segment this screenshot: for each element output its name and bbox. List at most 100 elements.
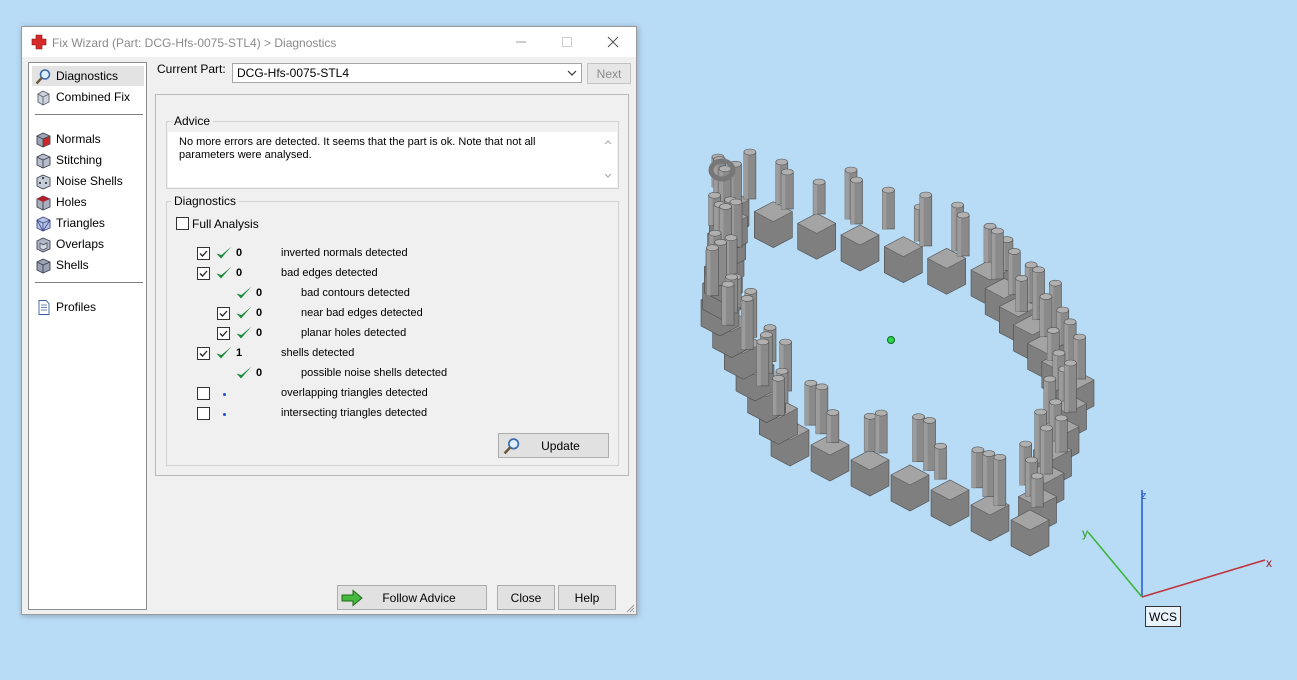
y-axis-label: y: [1082, 526, 1088, 540]
row-checkbox[interactable]: [197, 247, 210, 260]
sidebar-item-label: Diagnostics: [56, 69, 119, 83]
part-pillar-highlight: [1031, 476, 1036, 507]
part-pillar-top: [1043, 375, 1057, 383]
part-pillar-top: [1049, 279, 1062, 287]
close-button[interactable]: Close: [497, 585, 555, 610]
wcs-label: WCS: [1145, 606, 1181, 627]
part-pillar-highlight: [1034, 412, 1039, 463]
cube-stitch-icon: [36, 153, 51, 168]
part-pillar-top: [923, 417, 936, 424]
part-pillar-highlight: [845, 170, 850, 219]
row-checkbox[interactable]: [197, 267, 210, 280]
minimize-button[interactable]: [498, 27, 544, 57]
row-label: near bad edges detected: [301, 307, 423, 319]
window-title: Fix Wizard (Part: DCG-Hfs-0075-STL4) > D…: [52, 36, 337, 50]
sidebar-item-label: Combined Fix: [56, 90, 131, 104]
row-label: possible noise shells detected: [301, 367, 448, 379]
next-button[interactable]: Next: [587, 63, 631, 84]
part-pillar-highlight: [1047, 330, 1052, 361]
advice-text: No more errors are detected. It seems th…: [179, 136, 536, 161]
part-pillar-highlight: [875, 413, 880, 453]
update-button[interactable]: Update: [498, 433, 609, 458]
row-value: 0: [256, 367, 263, 379]
part-pillar-highlight: [706, 247, 711, 296]
sidebar-item-overlaps[interactable]: Overlaps: [32, 234, 144, 254]
part-pillar-top: [706, 244, 719, 252]
sidebar-item-normals[interactable]: Normals: [32, 129, 144, 149]
part-pillar-top: [708, 191, 721, 199]
part-pillar-highlight: [815, 386, 820, 434]
part-pillar-highlight: [984, 226, 989, 263]
part-pillar-top: [912, 413, 925, 421]
sidebar-item-stitching[interactable]: Stitching: [32, 150, 144, 170]
part-pillar-top: [760, 331, 773, 339]
part-pillar-top: [815, 383, 829, 391]
sidebar-item-diagnostics[interactable]: Diagnostics: [32, 66, 144, 86]
part-pillar-highlight: [934, 446, 939, 480]
part-pillar-top: [874, 409, 888, 417]
part-pillar-top: [743, 148, 757, 156]
x-axis-label: x: [1266, 556, 1272, 570]
resize-grip-icon[interactable]: [625, 603, 635, 613]
document-icon: [38, 299, 50, 315]
sidebar-item-shells[interactable]: Shells: [32, 255, 144, 275]
follow-advice-button[interactable]: Follow Advice: [337, 585, 487, 610]
maximize-button[interactable]: [544, 27, 590, 57]
green-check-icon: [236, 366, 252, 379]
cube-triangles-icon: [36, 216, 51, 231]
row-value: 0: [236, 267, 243, 279]
part-pillar-top: [1030, 472, 1044, 480]
row-checkbox[interactable]: [197, 407, 210, 420]
close-window-button[interactable]: [590, 27, 636, 57]
cube-shells-icon: [36, 258, 51, 273]
help-button[interactable]: Help: [558, 585, 616, 610]
magnifier-icon: [503, 438, 520, 455]
row-checkbox[interactable]: [197, 347, 210, 360]
3d-viewport[interactable]: z x y: [650, 130, 1297, 670]
part-pillar-highlight: [722, 284, 726, 326]
row-checkbox[interactable]: [217, 327, 230, 340]
part-pillar-top: [1073, 333, 1086, 341]
part-pillar-top: [729, 198, 743, 206]
green-check-icon: [216, 346, 232, 359]
row-checkbox[interactable]: [217, 307, 230, 320]
diagnostic-row: 0 bad contours detected: [167, 286, 617, 304]
sidebar-item-triangles[interactable]: Triangles: [32, 213, 144, 233]
part-pillar-top: [1034, 408, 1047, 416]
sidebar-item-holes[interactable]: Holes: [32, 192, 144, 212]
current-part-dropdown[interactable]: DCG-Hfs-0075-STL4: [232, 63, 582, 83]
row-value: 1: [236, 347, 243, 359]
current-part-value: DCG-Hfs-0075-STL4: [237, 66, 350, 80]
part-pillar-top: [1025, 456, 1038, 464]
part-pillar-top: [1019, 440, 1033, 448]
title-bar[interactable]: Fix Wizard (Part: DCG-Hfs-0075-STL4) > D…: [22, 27, 636, 57]
sidebar-item-combined-fix[interactable]: Combined Fix: [32, 87, 144, 107]
part-pillar-top: [934, 442, 947, 450]
row-label: shells detected: [281, 347, 355, 359]
green-check-icon: [236, 306, 252, 319]
diagnostic-row: 0 inverted normals detected: [167, 246, 617, 264]
part-pillar-top: [804, 379, 818, 387]
main-panel: Advice No more errors are detected. It s…: [155, 94, 629, 476]
checkmark-icon: [219, 330, 228, 337]
minimize-icon: [516, 41, 526, 43]
part-pillar-top: [1007, 248, 1021, 255]
part-pillar-highlight: [1008, 251, 1013, 295]
cube-overlap-icon: [36, 237, 51, 252]
advice-textbox[interactable]: No more errors are detected. It seems th…: [168, 132, 617, 187]
part-pillar-top: [1046, 327, 1060, 334]
part-model[interactable]: [700, 148, 1095, 557]
sidebar-item-profiles[interactable]: Profiles: [32, 297, 144, 317]
advice-scrollbar[interactable]: [603, 136, 613, 182]
part-pillar-highlight: [991, 231, 996, 279]
update-label: Update: [541, 438, 580, 453]
part-pillar-highlight: [982, 453, 987, 497]
row-checkbox[interactable]: [197, 387, 210, 400]
diagnostics-group: Diagnostics Full Analysis 0 inverted nor…: [166, 194, 619, 466]
sidebar-item-noise-shells[interactable]: Noise Shells: [32, 171, 144, 191]
part-pillar-top: [1064, 359, 1077, 367]
part-pillar-highlight: [971, 449, 976, 488]
part-pillar-top: [1063, 318, 1077, 326]
full-analysis-checkbox[interactable]: [176, 217, 189, 230]
cube-red-face-icon: [36, 132, 51, 147]
